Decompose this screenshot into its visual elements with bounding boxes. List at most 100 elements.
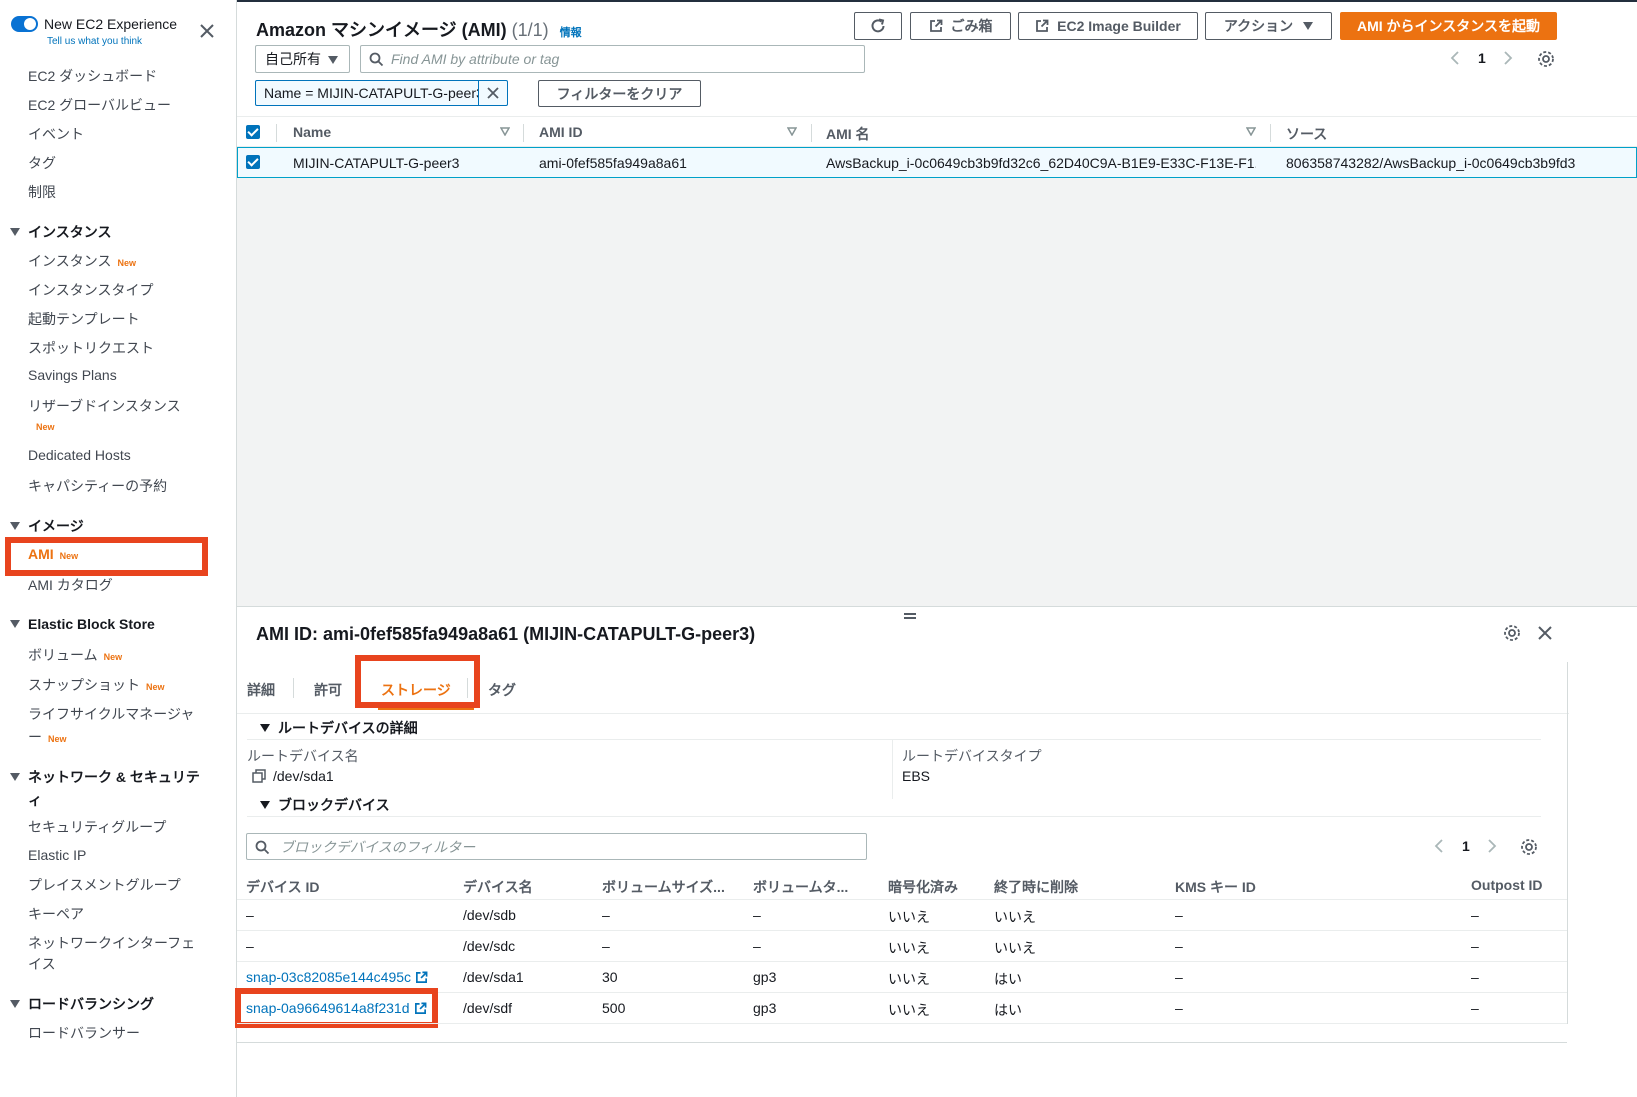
resize-handle[interactable] xyxy=(904,613,916,619)
sidebar-item-load-balancers[interactable]: ロードバランサー xyxy=(28,1023,140,1043)
column-header-ami-id[interactable]: AMI ID xyxy=(539,124,583,140)
sidebar-item-spot-requests[interactable]: スポットリクエスト xyxy=(28,338,154,358)
sidebar-item-label: AMI xyxy=(28,546,54,562)
chevron-right-icon[interactable] xyxy=(1487,838,1497,854)
sidebar-item-dedicated-hosts[interactable]: Dedicated Hosts xyxy=(28,447,131,463)
tab-tags[interactable]: タグ xyxy=(488,680,516,700)
sidebar-item-events[interactable]: イベント xyxy=(28,124,84,144)
sidebar-item-security-groups[interactable]: セキュリティグループ xyxy=(28,817,166,837)
info-link[interactable]: 情報 xyxy=(560,27,582,39)
sidebar-item-ami-catalog[interactable]: AMI カタログ xyxy=(28,575,113,595)
actions-button[interactable]: アクション xyxy=(1205,12,1332,40)
sidebar-item-elastic-ip[interactable]: Elastic IP xyxy=(28,847,86,863)
divider xyxy=(237,1042,1567,1043)
settings-gear-icon[interactable] xyxy=(1503,624,1521,642)
sidebar-item-launch-templates[interactable]: 起動テンプレート xyxy=(28,309,140,329)
column-header-device-name[interactable]: デバイス名 xyxy=(463,877,533,897)
snapshot-link[interactable]: snap-03c82085e144c495c xyxy=(246,969,428,985)
column-divider xyxy=(811,124,812,142)
table-row[interactable]: MIJIN-CATAPULT-G-peer3 ami-0fef585fa949a… xyxy=(237,147,1637,178)
block-device-pagination: 1 xyxy=(1434,838,1497,854)
sort-icon[interactable] xyxy=(787,127,797,136)
row-checkbox[interactable] xyxy=(246,155,260,169)
sidebar-item-volumes[interactable]: ボリューム New xyxy=(28,645,122,665)
tab-details[interactable]: 詳細 xyxy=(247,680,275,700)
sidebar-section-instances[interactable]: インスタンス xyxy=(10,222,111,242)
chevron-left-icon[interactable] xyxy=(1434,838,1444,854)
chevron-left-icon[interactable] xyxy=(1450,50,1460,66)
page-number[interactable]: 1 xyxy=(1478,50,1486,66)
sidebar-section-images[interactable]: イメージ xyxy=(10,516,84,536)
feedback-link[interactable]: Tell us what you think xyxy=(47,36,142,47)
column-header-ami-name[interactable]: AMI 名 xyxy=(826,124,870,144)
sidebar-item-limits[interactable]: 制限 xyxy=(28,182,56,202)
clear-filters-button[interactable]: フィルターをクリア xyxy=(538,80,701,107)
root-device-section-toggle[interactable]: ルートデバイスの詳細 xyxy=(260,718,418,738)
close-icon[interactable] xyxy=(197,21,217,41)
divider xyxy=(237,1023,1567,1024)
sidebar-item-placement-groups[interactable]: プレイスメントグループ xyxy=(28,875,181,895)
column-header-source[interactable]: ソース xyxy=(1286,124,1327,144)
tab-permissions[interactable]: 許可 xyxy=(314,680,342,700)
new-experience-toggle[interactable] xyxy=(11,16,38,32)
sidebar-section-load-balancing[interactable]: ロードバランシング xyxy=(10,994,154,1014)
sidebar-item-instances[interactable]: インスタンス New xyxy=(28,251,136,271)
trash-button-label: ごみ箱 xyxy=(950,18,993,34)
sidebar-item-savings-plans[interactable]: Savings Plans xyxy=(28,367,117,383)
column-header-outpost-id[interactable]: Outpost ID xyxy=(1471,877,1543,893)
section-label: ロードバランシング xyxy=(28,996,154,1012)
ami-search-input[interactable]: Find AMI by attribute or tag xyxy=(360,45,865,73)
trash-button[interactable]: ごみ箱 xyxy=(910,12,1011,40)
sidebar-item-lifecycle-manager-wrap[interactable]: ー New xyxy=(28,727,67,747)
sidebar-item-lifecycle-manager[interactable]: ライフサイクルマネージャ xyxy=(28,704,194,724)
image-builder-button[interactable]: EC2 Image Builder xyxy=(1018,12,1198,40)
cell-kms-key-id: – xyxy=(1175,938,1183,954)
sidebar-item-capacity-reservations[interactable]: キャパシティーの予約 xyxy=(28,476,167,496)
cell-outpost-id: – xyxy=(1471,1000,1479,1016)
sidebar-section-network[interactable]: ネットワーク & セキュリテ xyxy=(10,767,200,787)
block-device-filter-input[interactable]: ブロックデバイスのフィルター xyxy=(246,833,867,860)
sidebar-item-tags[interactable]: タグ xyxy=(28,153,56,173)
sort-icon[interactable] xyxy=(1246,127,1256,136)
remove-filter-button[interactable] xyxy=(479,81,507,105)
caret-down-icon xyxy=(260,724,270,732)
sidebar-item-reserved-instances[interactable]: リザーブドインスタンス xyxy=(28,396,181,416)
sidebar-item-network-interfaces[interactable]: ネットワークインターフェ xyxy=(28,933,195,953)
column-header-device-id[interactable]: デバイス ID xyxy=(246,877,319,897)
cell-volume-size: 500 xyxy=(602,1000,626,1016)
settings-gear-icon[interactable] xyxy=(1520,838,1538,856)
sidebar-section-network-wrap[interactable]: ィ xyxy=(28,790,42,810)
sidebar-item-key-pairs[interactable]: キーペア xyxy=(28,904,84,924)
close-icon[interactable] xyxy=(1537,625,1553,641)
select-all-checkbox[interactable] xyxy=(246,125,260,139)
page-title-text: Amazon マシンイメージ (AMI) xyxy=(256,20,507,40)
copy-icon[interactable] xyxy=(252,769,266,783)
column-header-name[interactable]: Name xyxy=(293,124,331,140)
column-header-delete-on-termination[interactable]: 終了時に削除 xyxy=(994,877,1078,897)
sidebar-item-ami[interactable]: AMI New xyxy=(28,546,78,562)
column-header-encrypted[interactable]: 暗号化済み xyxy=(888,877,958,897)
chevron-right-icon[interactable] xyxy=(1503,50,1513,66)
block-devices-section-toggle[interactable]: ブロックデバイス xyxy=(260,795,390,815)
table-empty-area xyxy=(237,178,1637,606)
sidebar-section-ebs[interactable]: Elastic Block Store xyxy=(10,616,155,632)
owner-select[interactable]: 自己所有 xyxy=(255,45,350,73)
column-header-kms-key-id[interactable]: KMS キー ID xyxy=(1175,877,1256,897)
sidebar-item-snapshots[interactable]: スナップショット New xyxy=(28,675,165,695)
sidebar-item-global-view[interactable]: EC2 グローバルビュー xyxy=(28,95,171,115)
sidebar-item-network-interfaces-wrap[interactable]: イス xyxy=(28,954,56,974)
cell-ami-name: AwsBackup_i-0c0649cb3b9fd32c6_62D40C9A-B… xyxy=(826,155,1256,171)
cell-encrypted: いいえ xyxy=(888,940,930,956)
settings-gear-icon[interactable] xyxy=(1537,50,1555,68)
sort-icon[interactable] xyxy=(500,127,510,136)
launch-instance-button[interactable]: AMI からインスタンスを起動 xyxy=(1340,12,1557,40)
column-header-volume-type[interactable]: ボリュームタ... xyxy=(753,877,848,897)
cell-ami-id-link[interactable]: ami-0fef585fa949a8a61 xyxy=(539,155,809,171)
sidebar-item-ec2-dashboard[interactable]: EC2 ダッシュボード xyxy=(28,66,157,86)
sidebar-item-instance-types[interactable]: インスタンスタイプ xyxy=(28,280,153,300)
cell-volume-type: gp3 xyxy=(753,1000,777,1016)
column-header-volume-size[interactable]: ボリュームサイズ... xyxy=(602,877,725,897)
page-number[interactable]: 1 xyxy=(1462,838,1470,854)
filter-token-label[interactable]: Name = MIJIN-CATAPULT-G-peer3 xyxy=(256,81,480,105)
refresh-button[interactable] xyxy=(854,12,902,40)
